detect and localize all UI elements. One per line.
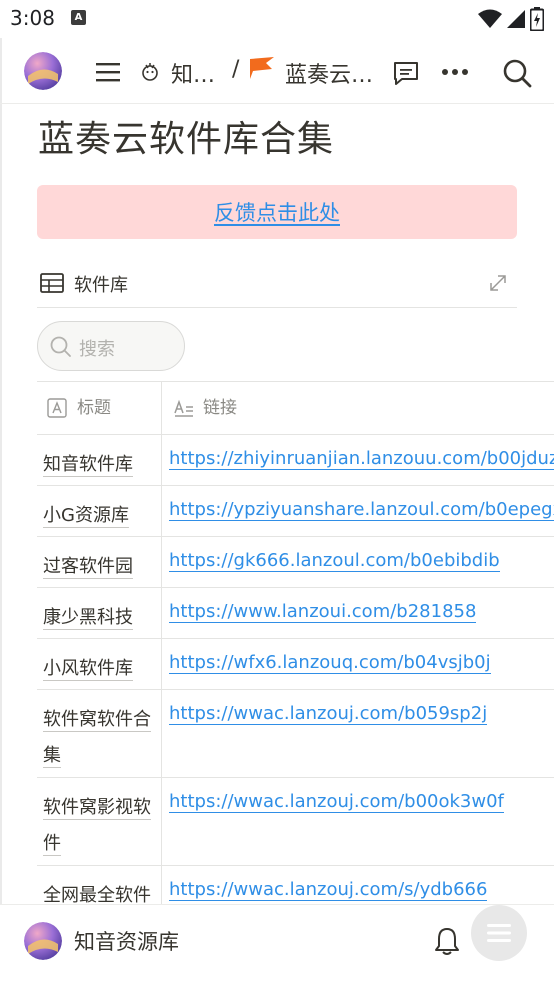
- page-flag-icon: [250, 57, 274, 79]
- row-title[interactable]: 康少黑科技: [43, 607, 133, 628]
- status-icons: [478, 7, 544, 31]
- row-title[interactable]: 小G资源库: [43, 505, 129, 526]
- row-title[interactable]: 过客软件园: [43, 556, 133, 577]
- breadcrumb-workspace[interactable]: [140, 58, 160, 86]
- database-table: 标题 链接 知音软件库 https://zhiyinruanjian.lanzo…: [37, 381, 554, 917]
- row-link-cell: https://wfx6.lanzouq.com/b04vsjb0j: [162, 639, 554, 689]
- signal-icon: [507, 10, 525, 28]
- row-link-cell: https://wwac.lanzouj.com/b059sp2j: [162, 690, 554, 777]
- status-time: 3:08: [10, 6, 55, 30]
- column-header-link[interactable]: 链接: [162, 382, 554, 434]
- breadcrumb-workspace-label[interactable]: 知…: [171, 57, 215, 89]
- row-title-cell: 康少黑科技: [37, 588, 162, 638]
- database-title[interactable]: 软件库: [74, 271, 128, 297]
- feedback-callout: 反馈点击此处: [37, 185, 517, 239]
- row-title-cell: 知音软件库: [37, 435, 162, 485]
- row-title-cell: 过客软件园: [37, 537, 162, 587]
- notification-a-icon: A: [71, 10, 86, 25]
- wifi-icon: [478, 9, 502, 28]
- table-row[interactable]: 小风软件库 https://wfx6.lanzouq.com/b04vsjb0j: [37, 639, 554, 690]
- table-row[interactable]: 软件窝影视软件 https://wwac.lanzouj.com/b00ok3w…: [37, 778, 554, 866]
- row-title[interactable]: 小风软件库: [43, 658, 133, 679]
- expand-icon[interactable]: [489, 274, 507, 292]
- row-title[interactable]: 全网最全软件: [43, 885, 151, 906]
- workspace-name[interactable]: 知音资源库: [74, 926, 179, 956]
- row-title-cell: 软件窝软件合集: [37, 690, 162, 777]
- row-link-cell: https://www.lanzoui.com/b281858: [162, 588, 554, 638]
- workspace-avatar[interactable]: [24, 52, 62, 90]
- status-bar: 3:08 A: [0, 0, 554, 38]
- row-link[interactable]: https://zhiyinruanjian.lanzouu.com/b00jd…: [169, 448, 554, 470]
- column-header-title-label: 标题: [77, 398, 111, 418]
- menu-lines-icon: [487, 924, 511, 942]
- row-link[interactable]: https://ypziyuanshare.lanzoul.com/b0epeg…: [169, 499, 554, 521]
- table-row[interactable]: 小G资源库 https://ypziyuanshare.lanzoul.com/…: [37, 486, 554, 537]
- row-link[interactable]: https://wwac.lanzouj.com/b059sp2j: [169, 703, 488, 725]
- row-link-cell: https://gk666.lanzoul.com/b0ebibdib: [162, 537, 554, 587]
- search-placeholder: 搜索: [79, 339, 115, 360]
- bottom-bar: 知音资源库: [0, 904, 554, 986]
- row-link-cell: https://ypziyuanshare.lanzoul.com/b0epeg…: [162, 486, 554, 536]
- battery-icon: [530, 7, 544, 31]
- table-row[interactable]: 康少黑科技 https://www.lanzoui.com/b281858: [37, 588, 554, 639]
- floating-menu-button[interactable]: [471, 905, 527, 961]
- database-header: 软件库: [37, 262, 517, 308]
- row-title-cell: 小G资源库: [37, 486, 162, 536]
- search-icon[interactable]: [500, 56, 534, 90]
- row-link-cell: https://zhiyinruanjian.lanzouu.com/b00jd…: [162, 435, 554, 485]
- menu-icon[interactable]: [94, 58, 122, 86]
- table-row[interactable]: 知音软件库 https://zhiyinruanjian.lanzouu.com…: [37, 435, 554, 486]
- row-title[interactable]: 软件窝影视软件: [43, 797, 151, 854]
- database-search[interactable]: 搜索: [37, 321, 185, 371]
- text-property-icon: [47, 398, 67, 418]
- row-link[interactable]: https://gk666.lanzoul.com/b0ebibdib: [169, 550, 500, 572]
- page-title: 蓝奏云软件库合集: [38, 119, 335, 160]
- row-title[interactable]: 知音软件库: [43, 454, 133, 475]
- column-header-title[interactable]: 标题: [37, 382, 162, 434]
- workspace-page-icon: [142, 63, 158, 81]
- more-options-icon[interactable]: [440, 60, 470, 84]
- row-title-cell: 软件窝影视软件: [37, 778, 162, 865]
- app-screen: 3:08 A 知… / 蓝奏云… 蓝奏云软件库合集 反馈点击此处 软件库 搜索 …: [0, 0, 554, 986]
- notification-bell-icon[interactable]: [432, 925, 462, 957]
- row-title[interactable]: 软件窝软件合集: [43, 709, 151, 766]
- url-property-icon: [174, 399, 193, 417]
- edge-divider: [0, 38, 2, 986]
- breadcrumb-separator: /: [232, 57, 240, 82]
- breadcrumb-page[interactable]: [248, 54, 276, 82]
- comments-icon[interactable]: [391, 58, 421, 88]
- row-link[interactable]: https://wwac.lanzouj.com/s/ydb666: [169, 879, 488, 901]
- table-row[interactable]: 软件窝软件合集 https://wwac.lanzouj.com/b059sp2…: [37, 690, 554, 778]
- row-link[interactable]: https://wfx6.lanzouq.com/b04vsjb0j: [169, 652, 491, 674]
- workspace-avatar[interactable]: [24, 922, 62, 960]
- table-icon: [40, 273, 64, 293]
- table-header-row: 标题 链接: [37, 382, 554, 435]
- row-link[interactable]: https://www.lanzoui.com/b281858: [169, 601, 477, 623]
- column-header-link-label: 链接: [203, 398, 237, 418]
- row-link-cell: https://wwac.lanzouj.com/b00ok3w0f: [162, 778, 554, 865]
- top-bar: 知… / 蓝奏云…: [0, 38, 554, 104]
- breadcrumb-page-label[interactable]: 蓝奏云…: [285, 57, 373, 89]
- search-icon: [50, 336, 71, 357]
- feedback-link[interactable]: 反馈点击此处: [214, 197, 340, 227]
- row-link[interactable]: https://wwac.lanzouj.com/b00ok3w0f: [169, 791, 504, 813]
- row-title-cell: 小风软件库: [37, 639, 162, 689]
- table-row[interactable]: 过客软件园 https://gk666.lanzoul.com/b0ebibdi…: [37, 537, 554, 588]
